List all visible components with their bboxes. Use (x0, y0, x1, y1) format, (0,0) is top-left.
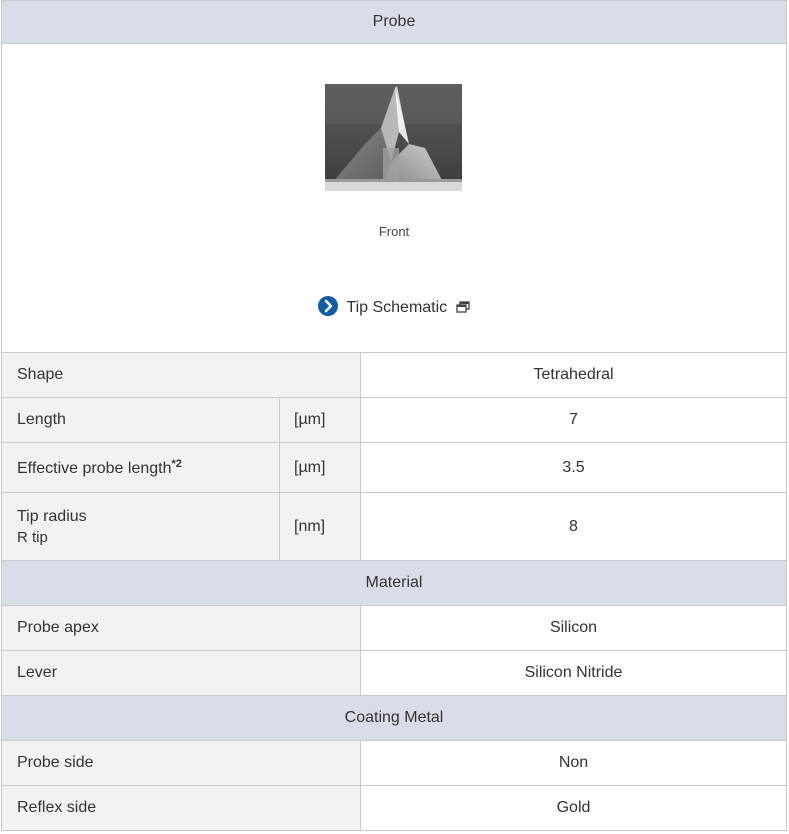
effective-length-unit: [µm] (279, 442, 361, 493)
length-row: Length [µm] 7 (1, 397, 788, 443)
probe-spec-panel: Probe Front Tip Schematic Shape Tetrahed… (0, 0, 788, 831)
tip-radius-unit: [nm] (279, 492, 361, 561)
length-unit: [µm] (279, 397, 361, 443)
material-section-header: Material (0, 560, 788, 606)
probe-image-cell: Front Tip Schematic (0, 43, 788, 353)
probe-header-text: Probe (372, 13, 416, 30)
image-caption: Front (378, 224, 410, 239)
lever-label: Lever (1, 650, 361, 696)
coating-header-text: Coating Metal (344, 709, 444, 726)
tip-radius-sublabel: R tip (17, 528, 48, 546)
probe-section-header: Probe (0, 0, 788, 44)
new-window-icon (455, 300, 470, 318)
lever-value: Silicon Nitride (359, 650, 788, 696)
tip-radius-label: Tip radius (17, 507, 87, 525)
reflex-side-row: Reflex side Gold (1, 785, 788, 831)
probe-side-row: Probe side Non (1, 740, 788, 786)
probe-apex-row: Probe apex Silicon (1, 605, 788, 651)
tip-schematic-link[interactable]: Tip Schematic (2, 296, 786, 318)
probe-spec-table: Probe Front Tip Schematic Shape Tetrahed… (0, 0, 788, 831)
effective-length-row: Effective probe length*2 [µm] 3.5 (1, 442, 788, 493)
tip-schematic-label: Tip Schematic (346, 299, 448, 316)
reflex-side-label: Reflex side (1, 785, 361, 831)
probe-side-label: Probe side (1, 740, 361, 786)
probe-apex-value: Silicon (359, 605, 788, 651)
coating-section-header: Coating Metal (0, 695, 788, 741)
effective-length-label-cell: Effective probe length*2 (1, 442, 280, 493)
tip-radius-value: 8 (359, 492, 788, 561)
probe-apex-label: Probe apex (1, 605, 361, 651)
effective-length-value: 3.5 (359, 442, 788, 493)
probe-sem-image (325, 84, 462, 191)
tip-radius-row: Tip radius R tip [nm] 8 (1, 492, 788, 561)
chevron-right-circle-icon (318, 296, 339, 316)
length-value: 7 (359, 397, 788, 443)
reflex-side-value: Gold (359, 785, 788, 831)
shape-value: Tetrahedral (359, 352, 788, 398)
tip-radius-label-cell: Tip radius R tip (1, 492, 280, 561)
footnote-marker: *2 (171, 457, 182, 470)
lever-row: Lever Silicon Nitride (1, 650, 788, 696)
effective-length-label: Effective probe length (17, 459, 172, 477)
material-header-text: Material (365, 574, 423, 591)
shape-row: Shape Tetrahedral (1, 352, 788, 398)
shape-label: Shape (1, 352, 361, 398)
length-label: Length (1, 397, 280, 443)
probe-side-value: Non (359, 740, 788, 786)
